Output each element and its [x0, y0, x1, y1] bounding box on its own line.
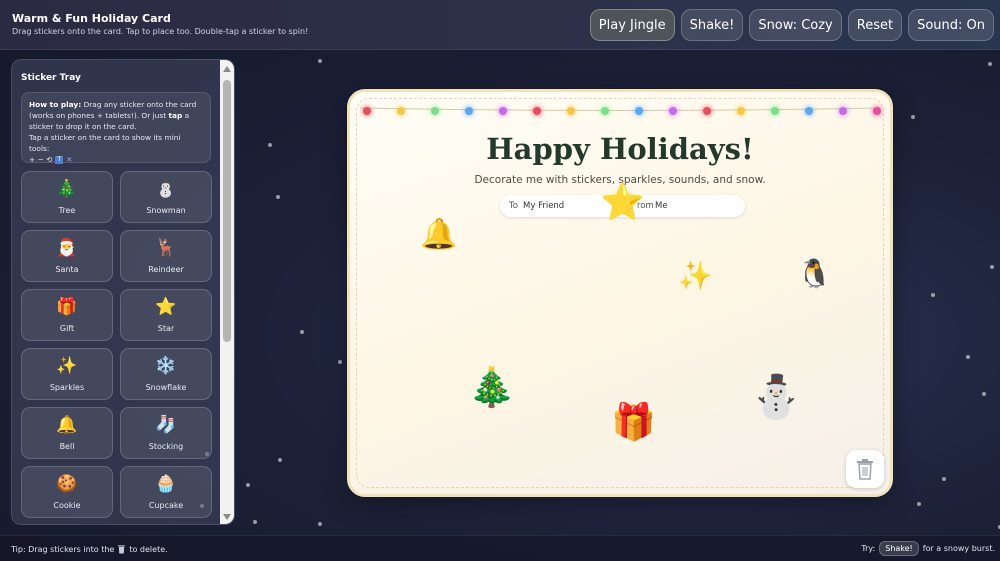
tile-label: Gift [59, 324, 75, 333]
star-icon: ⭐ [155, 297, 177, 317]
tray-title: Sticker Tray [21, 73, 81, 83]
tip-text-before: Tip: Drag stickers into the [11, 544, 115, 554]
card-sticker-penguin[interactable]: 🐧 [797, 260, 832, 288]
tile-label: Reindeer [148, 265, 184, 274]
tile-cookie[interactable]: 🍪 Cookie [21, 466, 113, 518]
tip-text-after: to delete. [129, 544, 168, 554]
trash-icon [118, 545, 126, 554]
light-bulb [567, 107, 575, 115]
how-to-play-box: How to play: Drag any sticker onto the c… [21, 92, 211, 165]
mini-tools-symbols: + − ⟲ [29, 155, 53, 164]
tile-stocking[interactable]: 🧦 Stocking [120, 407, 212, 459]
howto-text-3: Tap a sticker on the card to show its mi… [29, 133, 181, 153]
delete-x-icon: ✕ [66, 155, 73, 164]
try-label: Try: [861, 544, 876, 553]
to-label: To [509, 201, 518, 211]
snowman-icon: ⛄ [155, 179, 177, 199]
bell-icon: 🔔 [56, 415, 78, 435]
text-tool-icon: T [55, 155, 64, 164]
cookie-icon: 🍪 [56, 474, 78, 494]
tile-label: Tree [58, 206, 76, 215]
mini-tools-legend: + − ⟲ T ✕ [29, 154, 72, 165]
card-sticker-tree[interactable]: 🎄 [468, 368, 515, 406]
tile-label: Snowman [146, 206, 186, 215]
light-bulb [465, 107, 473, 115]
tile-label: Cookie [53, 501, 81, 510]
card-sticker-gift[interactable]: 🎁 [611, 405, 656, 441]
snowflake-icon: ❄️ [155, 356, 177, 376]
app-title: Warm & Fun Holiday Card [12, 12, 171, 25]
footer-try: Try: Shake! for a snowy burst. [861, 541, 995, 556]
light-bulb [737, 107, 745, 115]
shake-button[interactable]: Shake! [680, 9, 744, 41]
tile-label: Santa [55, 265, 79, 274]
trash-icon [857, 459, 873, 480]
tile-gift[interactable]: 🎁 Gift [21, 289, 113, 341]
sticker-tray: Sticker Tray How to play: Drag any stick… [11, 59, 235, 525]
tile-reindeer[interactable]: 🦌 Reindeer [120, 230, 212, 282]
stocking-icon: 🧦 [155, 415, 177, 435]
light-bulb [431, 107, 439, 115]
tile-label: Cupcake [148, 501, 184, 510]
scroll-up-arrow-icon[interactable] [223, 66, 231, 72]
from-input[interactable]: Me [655, 201, 668, 211]
snow-mode-button[interactable]: Snow: Cozy [749, 9, 842, 41]
tile-bell[interactable]: 🔔 Bell [21, 407, 113, 459]
trash-drop-zone[interactable] [846, 450, 884, 488]
tile-label: Bell [59, 442, 75, 451]
tile-label: Star [157, 324, 175, 333]
tile-label: Snowflake [145, 383, 187, 392]
app-header: Warm & Fun Holiday Card Drag stickers on… [0, 0, 1000, 50]
santa-icon: 🎅 [56, 238, 78, 258]
light-bulb [499, 107, 507, 115]
string-lights [360, 104, 881, 116]
footer-bar: Tip: Drag stickers into the to delete. T… [0, 535, 1000, 561]
play-jingle-button[interactable]: Play Jingle [589, 9, 675, 41]
tile-snowman[interactable]: ⛄ Snowman [120, 171, 212, 223]
gift-icon: 🎁 [56, 297, 78, 317]
holiday-card[interactable]: Happy Holidays! Decorate me with sticker… [347, 89, 893, 497]
light-bulb [771, 107, 779, 115]
card-sticker-bell[interactable]: 🔔 [420, 220, 457, 250]
light-bulb [601, 107, 609, 115]
light-bulb [635, 107, 643, 115]
card-sticker-sparkles[interactable]: ✨ [678, 262, 713, 290]
tree-icon: 🎄 [56, 179, 78, 199]
sound-toggle-button[interactable]: Sound: On [908, 9, 994, 41]
footer-tip: Tip: Drag stickers into the to delete. [11, 544, 168, 554]
tile-tree[interactable]: 🎄 Tree [21, 171, 113, 223]
tile-santa[interactable]: 🎅 Santa [21, 230, 113, 282]
card-sticker-star[interactable]: ⭐ [600, 185, 645, 221]
light-bulb [873, 107, 881, 115]
try-text-after: for a snowy burst. [922, 544, 995, 553]
to-input[interactable]: My Friend [523, 201, 564, 211]
card-sticker-snowman[interactable]: ⛄ [750, 376, 802, 418]
tile-sparkles[interactable]: ✨ Sparkles [21, 348, 113, 400]
tile-label: Sparkles [49, 383, 85, 392]
light-bulb [363, 107, 371, 115]
scroll-thumb[interactable] [223, 80, 231, 342]
light-bulb [703, 107, 711, 115]
tray-scrollbar[interactable] [220, 60, 234, 524]
howto-tap: tap [168, 111, 183, 120]
light-bulb [805, 107, 813, 115]
sparkles-icon: ✨ [56, 356, 78, 376]
tile-cupcake[interactable]: 🧁 Cupcake [120, 466, 212, 518]
card-title: Happy Holidays! [486, 132, 754, 166]
tile-label: Stocking [148, 442, 184, 451]
light-bulb [669, 107, 677, 115]
toolbar: Play Jingle Shake! Snow: Cozy Reset Soun… [589, 9, 994, 41]
light-bulb [839, 107, 847, 115]
scroll-down-arrow-icon[interactable] [223, 514, 231, 520]
app-subtitle: Drag stickers onto the card. Tap to plac… [12, 27, 309, 36]
reset-button[interactable]: Reset [847, 9, 903, 41]
reindeer-icon: 🦌 [155, 238, 177, 258]
tile-snowflake[interactable]: ❄️ Snowflake [120, 348, 212, 400]
light-bulb [533, 107, 541, 115]
tile-star[interactable]: ⭐ Star [120, 289, 212, 341]
footer-shake-button[interactable]: Shake! [879, 541, 919, 556]
light-bulb [397, 107, 405, 115]
cupcake-icon: 🧁 [155, 474, 177, 494]
howto-heading: How to play: [29, 100, 82, 109]
